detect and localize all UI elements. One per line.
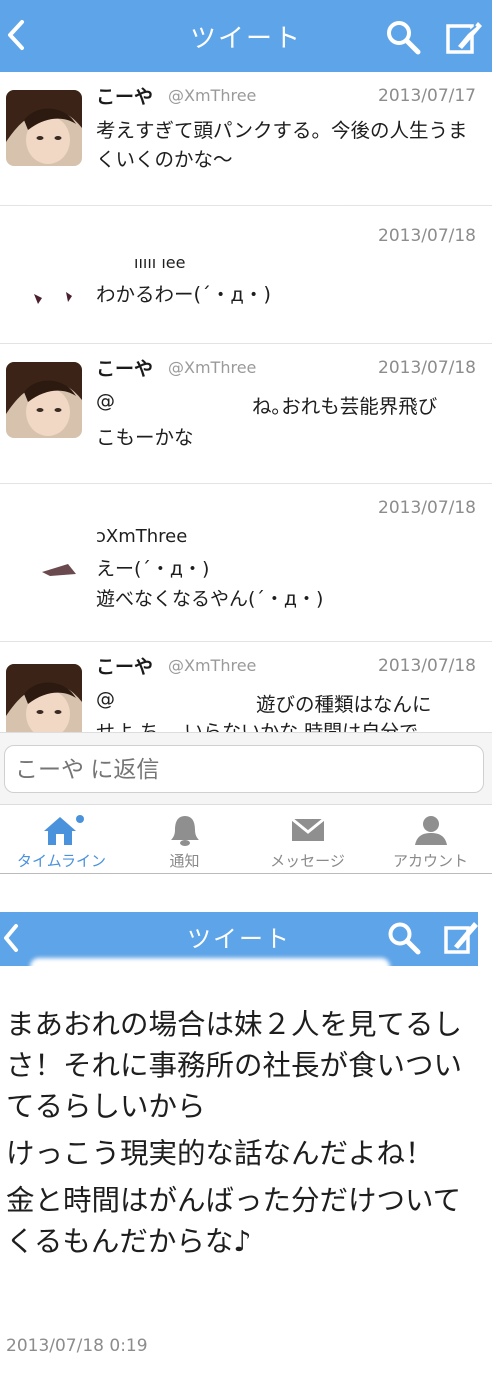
- bell-icon: [170, 816, 199, 846]
- tab-notifications[interactable]: 通知: [123, 805, 246, 874]
- avatar[interactable]: [6, 524, 82, 600]
- tweet-text: わかるわー(´・д・): [96, 283, 271, 306]
- tweet-text: えー(´・д・): [96, 558, 210, 580]
- tab-label: タイムライン: [17, 852, 106, 870]
- tweet-author-name: こーや: [96, 86, 154, 108]
- search-icon[interactable]: [384, 18, 422, 56]
- tweet-author-handle: @XmThree: [168, 656, 257, 675]
- tweet-author-name: こーや: [96, 656, 154, 678]
- tweet-text: 遊びの種類はなんに: [256, 693, 432, 716]
- reply-input[interactable]: [4, 745, 484, 793]
- tab-label: アカウント: [392, 852, 468, 870]
- nav-bar: ツイート: [0, 0, 492, 72]
- tweet-detail-screen: ツイート まあおれの場合は妹２人を見てるしさ！それに事務所の社長が食いついてるら…: [0, 912, 492, 1374]
- tweet-text-line-2: こもーかな: [96, 426, 194, 449]
- tab-bar: タイムライン 通知 メッセージ アカウント: [0, 804, 492, 874]
- envelope-icon: [290, 817, 325, 841]
- tweet-detail-text: まあおれの場合は妹２人を見てるしさ！それに事務所の社長が食いついてるらしいから …: [6, 1004, 476, 1268]
- tweet-date: 2013/07/18: [378, 226, 476, 246]
- redaction-mark: [20, 210, 350, 238]
- avatar[interactable]: [6, 242, 82, 318]
- tweet-list[interactable]: こーや @XmThree 2013/07/17 考えすぎて頭パンクする。今後の人…: [0, 72, 492, 732]
- tweet-row[interactable]: 2013/07/18 ͻXmThree えー(´・д・) 遊べなくなるやん(´・…: [0, 484, 492, 642]
- person-icon: [414, 816, 447, 845]
- tweet-row[interactable]: こーや @XmThree 2013/07/18 @ 遊びの種類はなんに せよ ち…: [0, 642, 492, 732]
- tweet-row[interactable]: こーや @XmThree 2013/07/17 考えすぎて頭パンクする。今後の人…: [0, 72, 492, 206]
- redaction-mark: [30, 958, 390, 976]
- tweet-author-name: こーや: [96, 358, 154, 380]
- compose-icon[interactable]: [444, 16, 484, 56]
- tweet-paragraph: 金と時間はがんばった分だけついてくるもんだからな♪: [6, 1184, 462, 1258]
- tweet-mention[interactable]: @: [96, 688, 115, 710]
- redaction-mark: [14, 490, 354, 520]
- tweet-author-handle: ͻXmThree: [96, 526, 188, 547]
- tweet-timestamp: 2013/07/18 0:19: [6, 1336, 148, 1356]
- avatar[interactable]: [6, 362, 82, 438]
- tweet-paragraph: まあおれの場合は妹２人を見てるしさ！それに事務所の社長が食いついてるらしいから: [6, 1008, 463, 1123]
- reply-bar: [0, 732, 492, 804]
- tweet-author-handle: @XmThree: [168, 358, 257, 377]
- tab-messages[interactable]: メッセージ: [246, 805, 369, 874]
- tweet-text-line-2: 遊べなくなるやん(´・д・): [96, 588, 324, 610]
- avatar[interactable]: [6, 664, 82, 732]
- tweet-date: 2013/07/17: [378, 86, 476, 106]
- tab-account[interactable]: アカウント: [369, 805, 492, 874]
- tweet-row[interactable]: 2013/07/18 ııııı ıее わかるわー(´・д・): [0, 206, 492, 344]
- tweet-row[interactable]: こーや @XmThree 2013/07/18 @ ね｡おれも芸能界飛び こもー…: [0, 344, 492, 484]
- tab-timeline[interactable]: タイムライン: [0, 805, 123, 874]
- tweet-date: 2013/07/18: [378, 656, 476, 676]
- tweet-date: 2013/07/18: [378, 358, 476, 378]
- tweet-text: ね｡おれも芸能界飛び: [252, 395, 438, 418]
- tweet-mention[interactable]: @: [96, 390, 115, 412]
- tweet-thread-screen: ツイート こーや @XmThree 2013/07/17 考えすぎて頭パンクする…: [0, 0, 492, 874]
- tweet-paragraph: けっこう現実的な話なんだよね！: [6, 1137, 434, 1170]
- home-icon: [43, 815, 84, 845]
- tweet-author-handle: @XmThree: [168, 86, 257, 105]
- tab-label: メッセージ: [270, 852, 345, 870]
- tweet-date: 2013/07/18: [378, 498, 476, 518]
- tab-label: 通知: [169, 852, 200, 870]
- search-icon[interactable]: [386, 920, 422, 956]
- avatar[interactable]: [6, 90, 82, 166]
- tweet-author-handle: ııııı ıее: [134, 256, 186, 270]
- tweet-text-cut: せよ ち いらないかな 時間は自分で: [96, 721, 419, 732]
- tweet-text: 考えすぎて頭パンクする。今後の人生うまくいくのかな～: [96, 119, 468, 171]
- compose-icon[interactable]: [442, 918, 478, 956]
